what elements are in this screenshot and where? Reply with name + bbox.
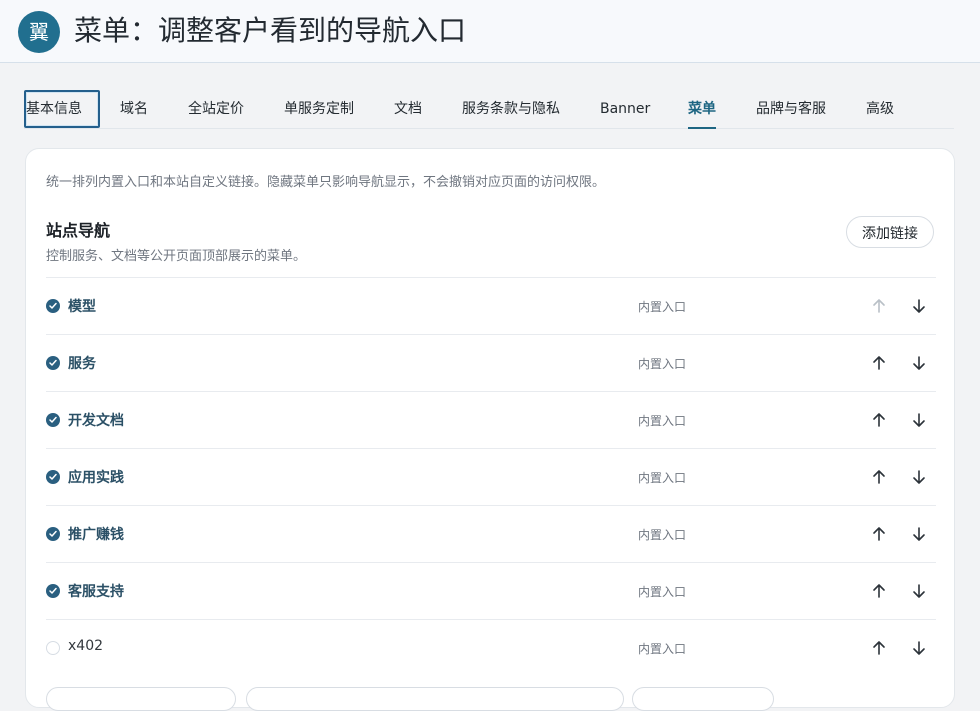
- menu-item-type: 内置入口: [638, 300, 687, 314]
- tab-advanced[interactable]: 高级: [866, 90, 894, 128]
- settings-tabs: 基本信息 域名 全站定价 单服务定制 文档 服务条款与隐私 Banner 菜单 …: [24, 90, 954, 129]
- menu-item-label: 应用实践: [68, 470, 124, 486]
- unchecked-icon[interactable]: [46, 641, 60, 655]
- bottom-pill[interactable]: [246, 687, 624, 711]
- menu-item-type: 内置入口: [638, 528, 687, 542]
- menu-item-row: 客服支持 内置入口: [46, 562, 936, 619]
- arrow-up-icon[interactable]: [868, 637, 890, 659]
- add-link-button[interactable]: 添加链接: [846, 216, 934, 248]
- arrow-down-icon[interactable]: [908, 352, 930, 374]
- bottom-pill[interactable]: [46, 687, 236, 711]
- tab-basic-info[interactable]: 基本信息: [24, 90, 100, 128]
- menu-item-row: 开发文档 内置入口: [46, 391, 936, 448]
- menu-item-label: 服务: [68, 356, 96, 372]
- menu-item-label: x402: [68, 638, 104, 654]
- tab-service-customization[interactable]: 单服务定制: [284, 90, 354, 128]
- arrow-up-icon[interactable]: [868, 352, 890, 374]
- menu-item-label: 推广赚钱: [68, 527, 124, 543]
- arrow-down-icon[interactable]: [908, 637, 930, 659]
- menu-item-label: 开发文档: [68, 413, 124, 429]
- tab-domain[interactable]: 域名: [120, 90, 148, 128]
- arrow-up-icon[interactable]: [868, 523, 890, 545]
- menu-intro-text: 统一排列内置入口和本站自定义链接。隐藏菜单只影响导航显示，不会撤销对应页面的访问…: [46, 175, 606, 190]
- tab-site-pricing[interactable]: 全站定价: [188, 90, 244, 128]
- menu-item-type: 内置入口: [638, 357, 687, 371]
- menu-item-label: 客服支持: [68, 584, 124, 600]
- check-icon[interactable]: [46, 584, 60, 598]
- menu-item-type: 内置入口: [638, 414, 687, 428]
- arrow-up-icon[interactable]: [868, 580, 890, 602]
- arrow-down-icon[interactable]: [908, 580, 930, 602]
- tab-banner[interactable]: Banner: [600, 90, 650, 128]
- check-icon[interactable]: [46, 413, 60, 427]
- menu-item-row: 模型 内置入口: [46, 277, 936, 334]
- arrow-down-icon[interactable]: [908, 409, 930, 431]
- site-navigation-description: 控制服务、文档等公开页面顶部展示的菜单。: [46, 249, 307, 264]
- tab-docs[interactable]: 文档: [394, 90, 422, 128]
- arrow-down-icon[interactable]: [908, 295, 930, 317]
- menu-item-row: x402 内置入口: [46, 619, 936, 676]
- bottom-pill[interactable]: [632, 687, 774, 711]
- tab-brand-support[interactable]: 品牌与客服: [756, 90, 826, 128]
- menu-item-row: 应用实践 内置入口: [46, 448, 936, 505]
- arrow-up-icon[interactable]: [868, 466, 890, 488]
- menu-item-type: 内置入口: [638, 585, 687, 599]
- menu-item-list: 模型 内置入口 服务 内置入口 开发文档 内置入口 应用实践 内置入口 推广赚钱…: [46, 277, 936, 676]
- menu-item-row: 推广赚钱 内置入口: [46, 505, 936, 562]
- menu-item-type: 内置入口: [638, 471, 687, 485]
- arrow-down-icon[interactable]: [908, 523, 930, 545]
- tab-menu[interactable]: 菜单: [688, 90, 716, 129]
- menu-item-row: 服务 内置入口: [46, 334, 936, 391]
- check-icon[interactable]: [46, 470, 60, 484]
- menu-item-type: 内置入口: [638, 642, 687, 656]
- arrow-down-icon[interactable]: [908, 466, 930, 488]
- check-icon[interactable]: [46, 356, 60, 370]
- top-header: 翼 菜单：调整客户看到的导航入口: [0, 0, 980, 63]
- menu-settings-card: 统一排列内置入口和本站自定义链接。隐藏菜单只影响导航显示，不会撤销对应页面的访问…: [25, 148, 955, 711]
- check-icon[interactable]: [46, 299, 60, 313]
- check-icon[interactable]: [46, 527, 60, 541]
- site-navigation-title: 站点导航: [46, 221, 111, 240]
- tab-terms-privacy[interactable]: 服务条款与隐私: [462, 90, 560, 128]
- arrow-up-icon[interactable]: [868, 409, 890, 431]
- bottom-actions: [46, 687, 936, 711]
- page-title: 菜单：调整客户看到的导航入口: [74, 14, 467, 47]
- app-logo-icon: 翼: [18, 11, 60, 53]
- menu-item-label: 模型: [68, 299, 96, 315]
- arrow-up-icon[interactable]: [868, 295, 890, 317]
